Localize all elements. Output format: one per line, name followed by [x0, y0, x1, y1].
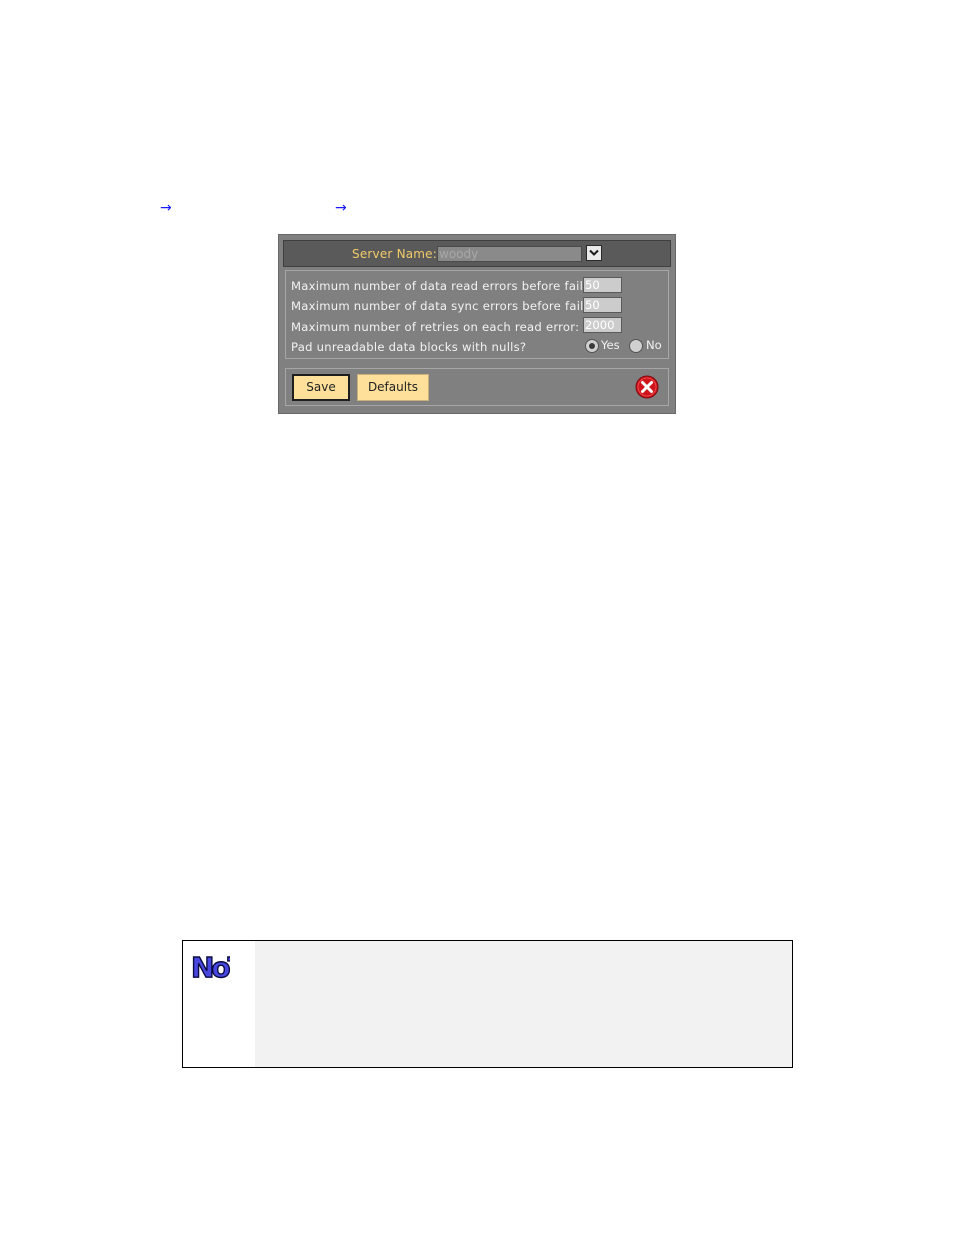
max-retries-input[interactable]: 2000: [583, 317, 622, 333]
read-error-settings-dialog: Server Name: woody Maximum number of dat…: [278, 234, 676, 414]
pad-nulls-no-radio[interactable]: [629, 339, 643, 353]
max-read-errors-input[interactable]: 50: [583, 277, 622, 293]
close-icon[interactable]: [635, 375, 659, 399]
defaults-button[interactable]: Defaults: [357, 374, 429, 401]
pad-nulls-label: Pad unreadable data blocks with nulls?: [291, 340, 527, 354]
server-name-bar: Server Name: woody: [283, 240, 671, 267]
max-retries-label: Maximum number of retries on each read e…: [291, 320, 580, 334]
chevron-down-icon: [589, 249, 599, 256]
pad-nulls-yes-label: Yes: [601, 338, 620, 352]
max-read-errors-label: Maximum number of data read errors befor…: [291, 279, 606, 293]
max-sync-errors-label: Maximum number of data sync errors befor…: [291, 299, 607, 313]
arrow-right-icon: →: [160, 200, 172, 216]
button-panel: Save Defaults: [285, 368, 669, 406]
note-content: [255, 941, 792, 1067]
note-box: NoTE: [182, 940, 793, 1068]
settings-panel: Maximum number of data read errors befor…: [285, 270, 669, 359]
server-name-dropdown-button[interactable]: [586, 245, 602, 261]
save-button[interactable]: Save: [292, 374, 350, 401]
server-name-label: Server Name:: [352, 247, 438, 261]
pad-nulls-yes-radio[interactable]: [585, 339, 599, 353]
note-logo-icon: NoTE: [190, 950, 230, 982]
server-name-select[interactable]: woody: [437, 246, 582, 262]
svg-text:NoTE: NoTE: [191, 951, 230, 982]
arrow-right-icon: →: [335, 200, 347, 216]
pad-nulls-no-label: No: [646, 338, 662, 352]
max-sync-errors-input[interactable]: 50: [583, 297, 622, 313]
